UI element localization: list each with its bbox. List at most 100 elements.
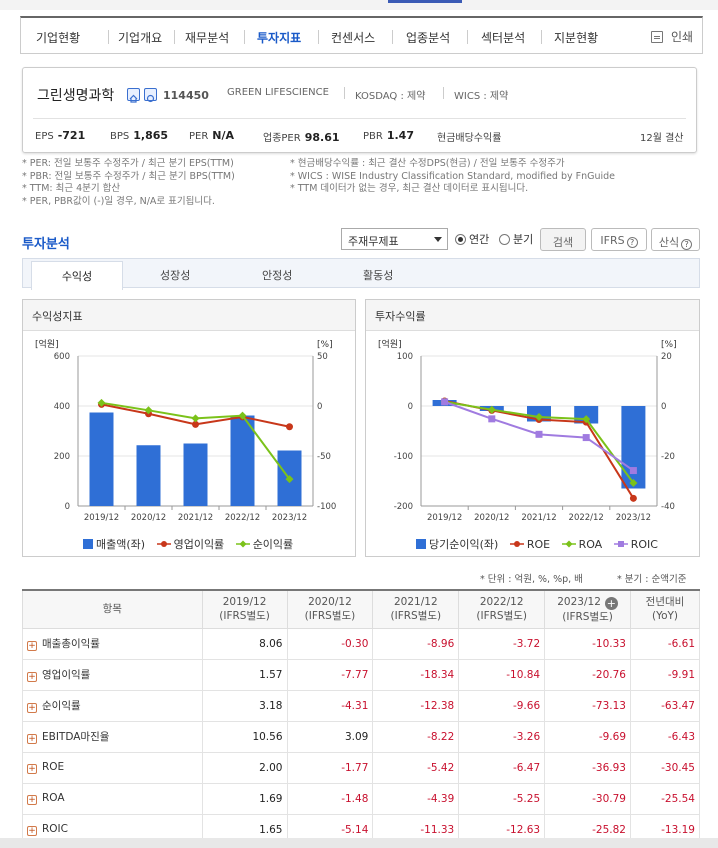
right-tick-label: -100 [317,502,336,512]
chart-legend: 당기순이익(좌) ROE ROA ROIC [416,536,658,552]
nav-item-sector-analysis[interactable]: 섹터분석 [481,29,525,46]
header-sublabel: (YoY) [651,610,679,623]
legend-line-swatch [613,541,628,547]
notes-left: * PER: 전일 보통주 수정주가 / 최근 분기 EPS(TTM) * PB… [22,158,235,208]
right-tick-label: -50 [317,452,331,462]
header-label: 항목 [102,603,122,616]
x-tick-label: 2020/12 [131,513,166,523]
home-icon[interactable] [127,88,140,103]
table-cell: -1.77 [286,751,374,784]
table-cell: -30.79 [544,782,631,815]
table-cell: -9.66 [458,689,546,722]
bottom-strip [0,838,718,848]
legend-label: ROE [526,538,551,551]
statement-select[interactable]: 주재무제표 [341,228,448,250]
tab-activity[interactable]: 활동성 [363,267,393,283]
table-cell: -3.72 [458,627,546,660]
table-cell: 2.00 [201,751,288,784]
expand-row-icon[interactable]: + [27,826,37,836]
row-label: 순이익률 [42,700,81,712]
expand-column-icon[interactable]: + [604,596,618,610]
nav-divider [244,30,245,44]
formula-button[interactable]: 산식? [651,228,700,251]
industry-per-value: 98.61 [304,131,340,144]
unit-note: * 단위 : 억원, %, %p, 배 [480,574,583,585]
chart-header: 수익성지표 [23,300,355,331]
x-tick-label: 2022/12 [225,513,260,523]
nav-item-consensus[interactable]: 컨센서스 [331,29,375,46]
header-sublabel: (IFRS별도) [219,610,270,623]
bps-stat: BPS 1,865 [110,129,168,142]
legend-label: 당기순이익(좌) [429,538,499,551]
legend-bar-swatch [83,539,93,549]
table-cell: -18.34 [372,658,460,691]
quarter-radio-label[interactable]: 분기 [513,231,533,247]
nav-item-company-status[interactable]: 기업현황 [36,29,80,46]
annual-radio[interactable] [455,234,466,245]
header-label: 2019/12 [222,596,267,609]
company-panel: 그린생명과학 114450 GREEN LIFESCIENCE KOSDAQ :… [22,67,697,153]
table-cell: -3.26 [458,720,546,753]
annual-radio-label[interactable]: 연간 [469,231,489,247]
tab-stability[interactable]: 안정성 [262,267,292,283]
bps-value: 1,865 [133,129,169,142]
expand-row-icon[interactable]: + [27,672,37,682]
data-point [582,434,590,442]
search-button[interactable]: 검색 [540,228,586,251]
indicator-table: 항목 2019/12 (IFRS별도) 2020/12 (IFRS별도) 2021/… [22,589,700,846]
table-header: 2020/12 (IFRS별도) [286,589,374,629]
note-pbr: * PBR: 전일 보통주 수정주가 / 최근 분기 BPS(TTM) [22,170,235,182]
nav-item-ownership[interactable]: 지분현황 [554,29,598,46]
data-point [286,423,293,431]
x-tick-label: 2021/12 [521,513,556,523]
expand-row-icon[interactable]: + [27,703,37,713]
right-tick-label: 20 [661,352,672,362]
row-label-cell[interactable]: + 영업이익률 [22,658,203,691]
profitability-chart: [억원] [%] 600 50 400 0 200 -50 0 -100 2019/12 2020/1… [35,338,336,523]
table-cell: -6.61 [630,627,700,660]
table-header: 항목 [22,589,203,629]
nav-item-investment-indicators[interactable]: 투자지표 [257,29,301,46]
expand-row-icon[interactable]: + [27,734,37,744]
table-header: 2023/12 + (IFRS별도) [544,589,631,629]
row-label: 매출총이익률 [42,638,100,650]
notes-right: * 현금배당수익률 : 최근 결산 수정DPS(현금) / 전일 보통주 수정주… [290,158,615,196]
right-tick-label: 0 [317,402,322,412]
nav-item-industry-analysis[interactable]: 업종분석 [406,29,450,46]
quarter-radio[interactable] [499,234,510,245]
ir-icon[interactable] [144,88,157,103]
pbr-stat: PBR 1.47 [363,129,414,142]
ifrs-button[interactable]: IFRS? [591,228,647,251]
expand-row-icon[interactable]: + [27,641,37,651]
row-label-cell[interactable]: + 매출총이익률 [22,627,203,660]
left-tick-label: 0 [65,502,70,512]
data-point [629,494,637,502]
legend-line-swatch [561,540,576,548]
header-label: 2023/12 [557,595,601,608]
row-label-cell[interactable]: + ROA [22,782,203,815]
print-button[interactable]: 인쇄 [671,28,693,45]
table-cell: -73.13 [544,689,631,722]
nav-item-financial-analysis[interactable]: 재무분석 [185,29,229,46]
bar [183,443,208,506]
row-label-cell[interactable]: + EBITDA마진율 [22,720,203,753]
row-label-cell[interactable]: + ROE [22,751,203,784]
data-point [488,415,496,423]
left-axis-label: [억원] [378,338,402,350]
nav-item-company-overview[interactable]: 기업개요 [118,29,162,46]
ifrs-button-label: IFRS [600,234,625,247]
print-icon[interactable] [651,31,663,43]
left-tick-label: 400 [54,402,70,412]
top-strip [0,0,718,10]
left-tick-label: 100 [397,352,413,362]
data-point [535,430,543,438]
tab-growth[interactable]: 성장성 [160,267,190,283]
legend-label: 영업이익률 [173,538,225,551]
tab-profitability[interactable]: 수익성 [31,261,123,290]
info-divider [344,87,345,99]
expand-row-icon[interactable]: + [27,795,37,805]
row-label-cell[interactable]: + 순이익률 [22,689,203,722]
table-cell: -63.47 [630,689,700,722]
table-cell: -6.47 [458,751,546,784]
expand-row-icon[interactable]: + [27,764,37,774]
